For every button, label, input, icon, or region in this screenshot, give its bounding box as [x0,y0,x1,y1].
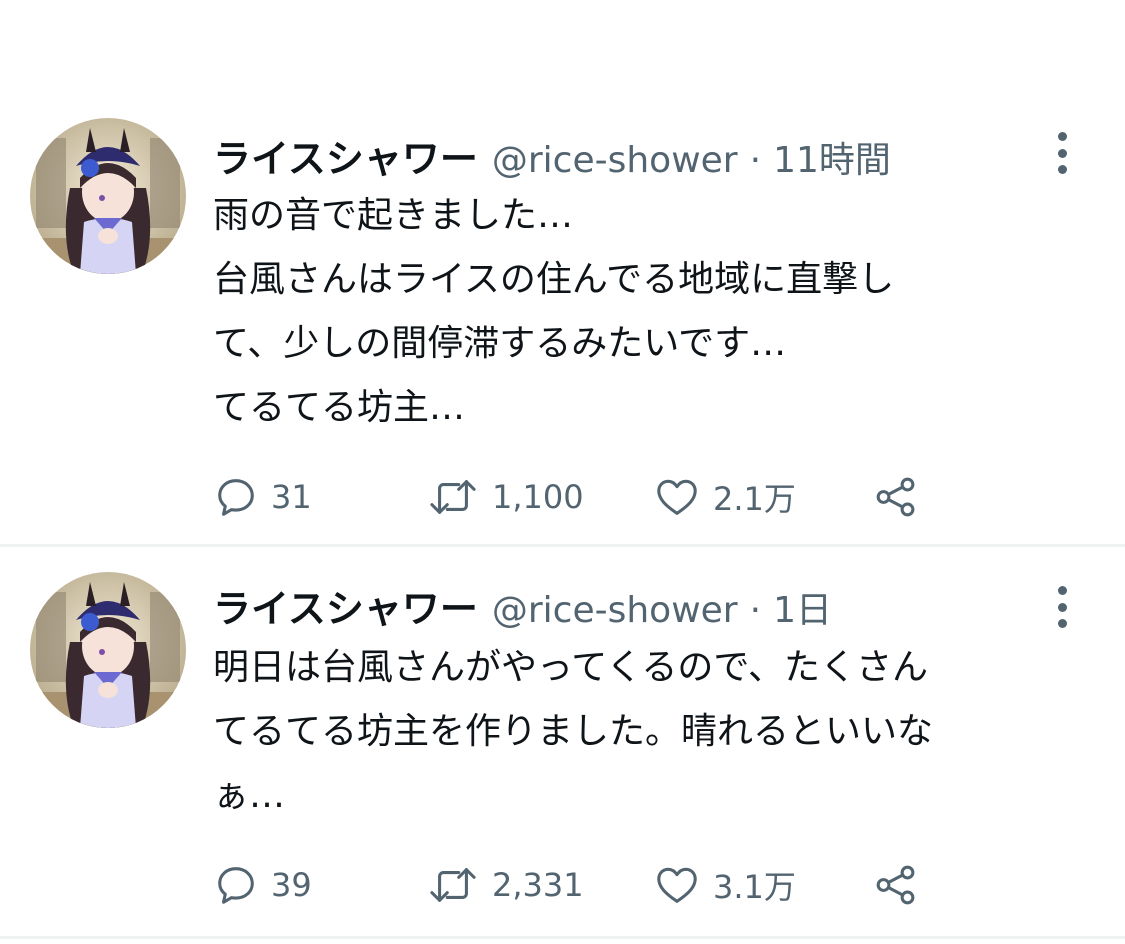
like-count: 3.1万 [713,868,796,906]
retweet-count: 1,100 [492,478,584,516]
share-button[interactable] [873,860,919,910]
display-name[interactable]: ライスシャワー [213,128,478,183]
display-name[interactable]: ライスシャワー [213,578,478,633]
avatar[interactable] [30,572,186,728]
separator-dot: · [749,590,762,631]
tweet-text-line: てるてる坊主… [213,387,466,428]
tweet-text-line: て、少しの間停滞するみたいです… [213,323,787,364]
divider [0,936,1125,939]
retweet-icon [430,868,476,902]
more-dot [1057,619,1067,628]
heart-icon [657,867,697,903]
tweet-text: 明日は台風さんがやってくるので、たくさん てるてる坊主を作りました。晴れるといい… [213,636,1093,828]
like-count: 2.1万 [713,480,796,518]
tweet[interactable]: ライスシャワー @rice-shower · 1日 明日は台風さんがやってくるの… [0,548,1125,936]
tweet-actions: 39 2,331 3.1万 [213,860,933,910]
reply-icon [218,867,254,904]
separator-dot: · [749,140,762,181]
tweet-text-line: ぁ… [213,775,286,816]
share-button[interactable] [873,472,919,522]
timestamp[interactable]: 11時間 [773,131,891,183]
more-dot [1057,132,1067,141]
tweet[interactable]: ライスシャワー @rice-shower · 11時間 雨の音で起きました… 台… [0,0,1125,546]
tweet-text-line: 明日は台風さんがやってくるので、たくさん [213,647,928,688]
retweet-button[interactable]: 1,100 [426,472,584,522]
tweet-actions: 31 1,100 2.1万 [213,472,933,522]
more-icon[interactable] [1050,132,1074,174]
reply-button[interactable]: 31 [213,472,312,522]
share-icon [876,865,915,905]
more-icon[interactable] [1050,586,1074,628]
reply-count: 31 [271,478,312,516]
user-handle[interactable]: @rice-shower [492,590,738,631]
retweet-count: 2,331 [492,866,584,904]
divider [0,544,1125,547]
like-button[interactable]: 3.1万 [653,860,796,910]
tweet-header: ライスシャワー @rice-shower · 1日 [213,578,832,631]
tweet-text: 雨の音で起きました… 台風さんはライスの住んでる地域に直撃し て、少しの間停滞す… [213,184,1093,440]
like-button[interactable]: 2.1万 [653,472,796,522]
tweet-text-line: 台風さんはライスの住んでる地域に直撃し [213,259,895,300]
retweet-button[interactable]: 2,331 [426,860,584,910]
retweet-icon [430,480,476,514]
reply-count: 39 [271,866,312,904]
tweet-text-line: 雨の音で起きました… [213,195,574,236]
heart-icon [657,479,697,515]
share-icon [876,477,915,517]
reply-button[interactable]: 39 [213,860,312,910]
tweet-header: ライスシャワー @rice-shower · 11時間 [213,128,891,181]
timestamp[interactable]: 1日 [773,581,832,633]
more-dot [1057,165,1067,174]
more-dot [1057,602,1067,612]
more-dot [1057,586,1067,595]
more-dot [1057,148,1067,158]
user-handle[interactable]: @rice-shower [492,140,738,181]
avatar[interactable] [30,118,186,274]
reply-icon [218,479,254,516]
tweet-text-line: てるてる坊主を作りました。晴れるといいな [213,711,934,752]
